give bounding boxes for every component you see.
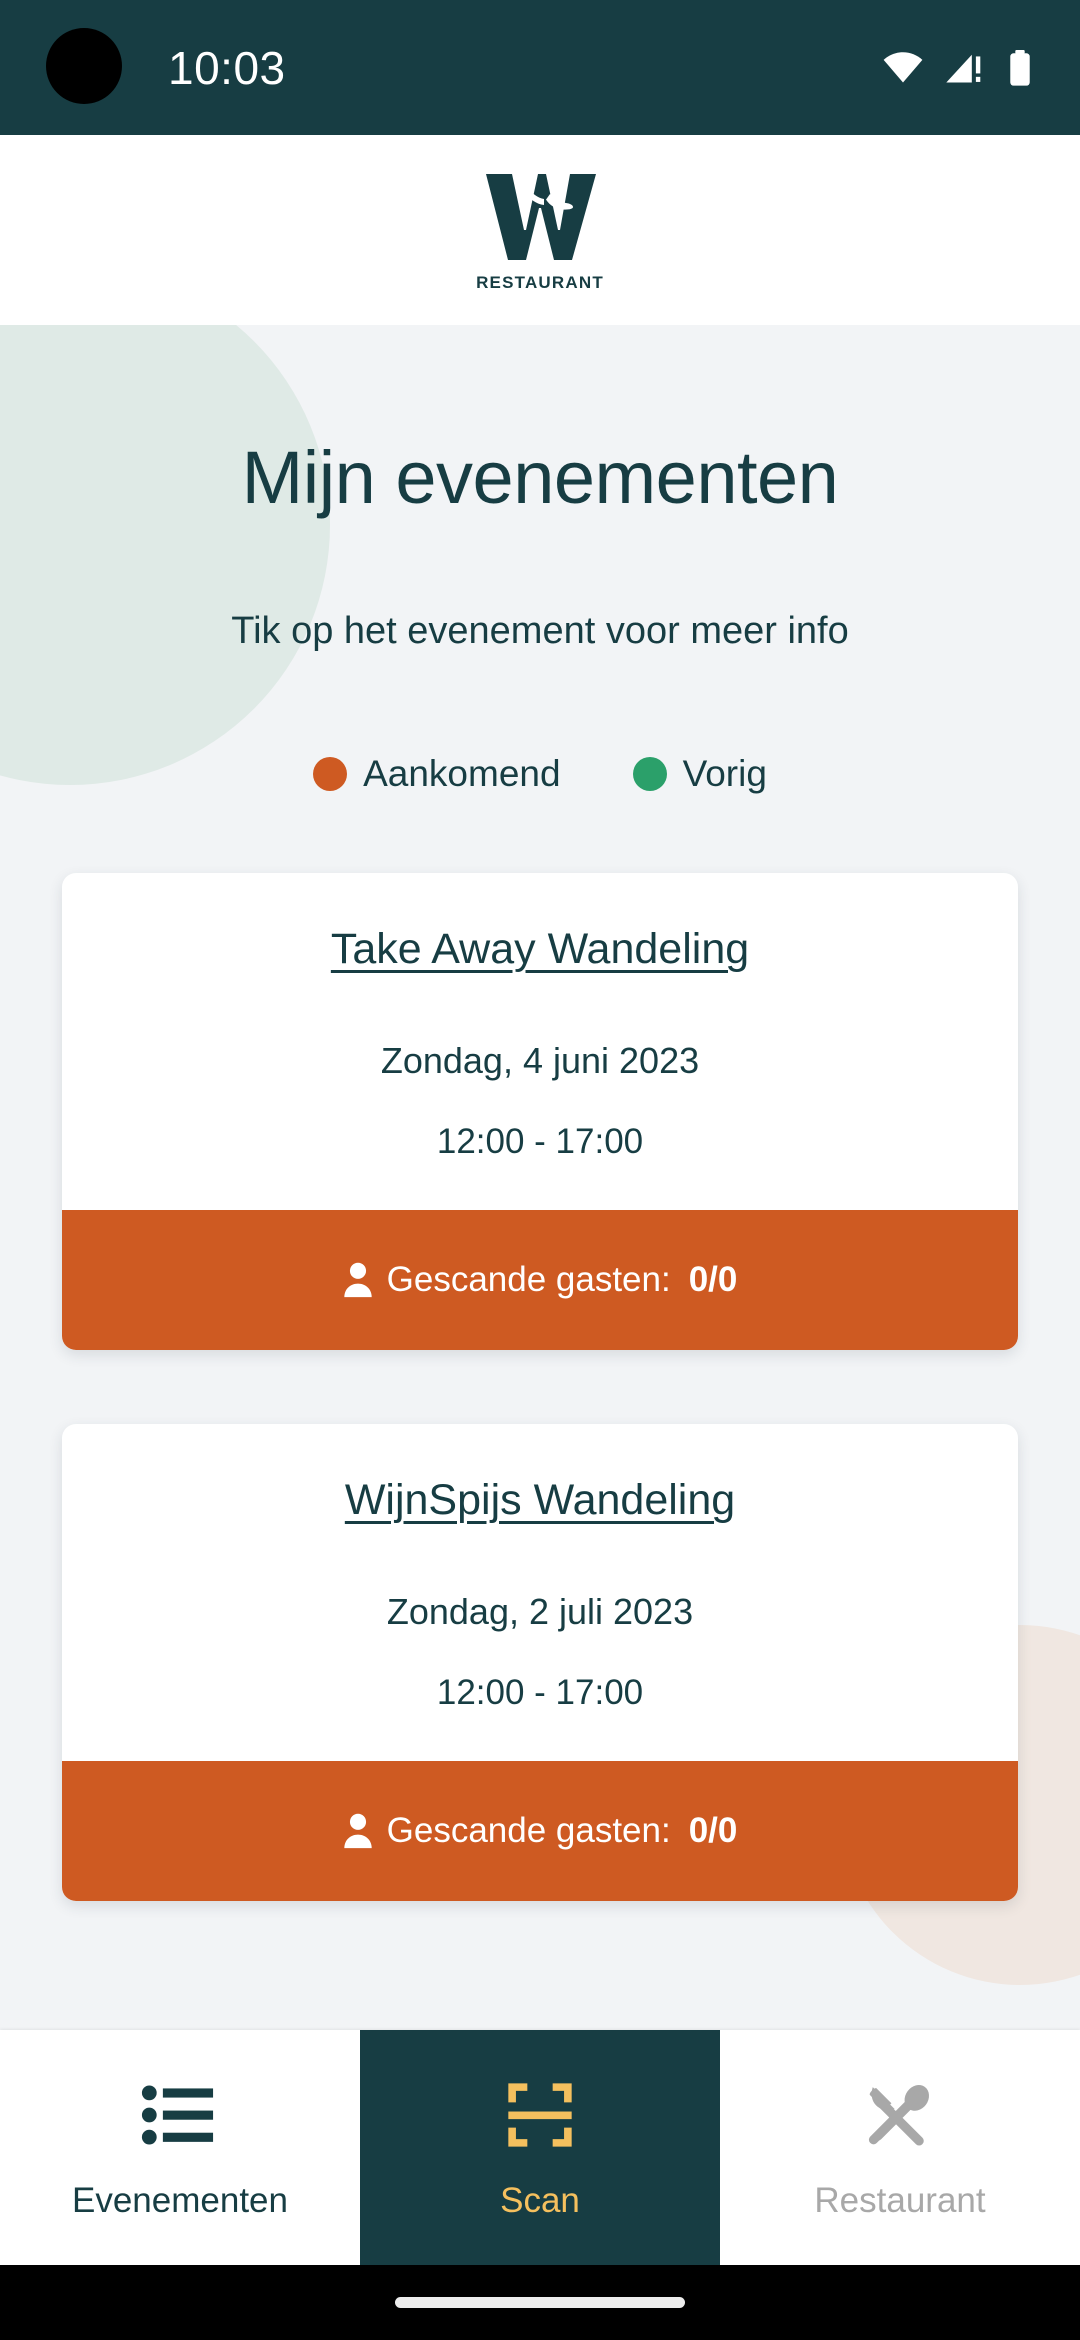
legend-item-upcoming: Aankomend xyxy=(313,753,561,795)
list-icon xyxy=(141,2075,219,2155)
status-legend: Aankomend Vorig xyxy=(0,753,1080,795)
person-icon xyxy=(343,1262,373,1298)
app-header: RESTAURANT xyxy=(0,135,1080,325)
person-icon xyxy=(343,1813,373,1849)
nav-label-scan: Scan xyxy=(500,2180,580,2220)
event-date: Zondag, 4 juni 2023 xyxy=(380,1040,700,1081)
event-card[interactable]: WijnSpijs Wandeling Zondag, 2 juli 2023 … xyxy=(62,1424,1018,1901)
event-title-link[interactable]: Take Away Wandeling xyxy=(331,925,749,974)
legend-dot-upcoming-icon xyxy=(313,757,348,791)
event-scanned-guests-bar: Gescande gasten: 0/0 xyxy=(62,1210,1018,1350)
bottom-navigation: Evenementen Scan Restaurant xyxy=(0,2030,1080,2265)
scanned-guests-label: Gescande gasten: xyxy=(386,1811,671,1850)
scanned-guests-count: 0/0 xyxy=(688,1811,738,1850)
event-time: 12:00 - 17:00 xyxy=(436,1122,644,1161)
logo-subtitle: RESTAURANT xyxy=(476,272,604,292)
nav-item-scan[interactable]: Scan xyxy=(360,2030,720,2265)
brand-logo: RESTAURANT xyxy=(476,168,604,293)
event-card[interactable]: Take Away Wandeling Zondag, 4 juni 2023 … xyxy=(62,873,1018,1350)
cellular-signal-warning-icon xyxy=(944,51,986,85)
event-time: 12:00 - 17:00 xyxy=(436,1673,644,1712)
legend-dot-previous-icon xyxy=(632,757,667,791)
page-title: Mijn evenementen xyxy=(241,436,839,519)
qr-scan-icon xyxy=(502,2075,578,2155)
app-screen: 10:03 RESTAURANT Mijn evenementen Tik op… xyxy=(0,0,1080,2340)
status-bar-icons xyxy=(882,49,1034,86)
scanned-guests-count: 0/0 xyxy=(688,1260,738,1299)
legend-label-upcoming: Aankomend xyxy=(363,753,561,794)
gesture-handle[interactable] xyxy=(395,2297,685,2308)
event-list: Take Away Wandeling Zondag, 4 juni 2023 … xyxy=(0,873,1080,1901)
battery-icon xyxy=(1006,49,1034,86)
event-card-body: Take Away Wandeling Zondag, 4 juni 2023 … xyxy=(62,873,1018,1210)
event-title-link[interactable]: WijnSpijs Wandeling xyxy=(345,1476,735,1525)
nav-item-restaurant[interactable]: Restaurant xyxy=(720,2030,1080,2265)
w-restaurant-logo-icon xyxy=(480,168,600,271)
legend-item-previous: Vorig xyxy=(632,753,767,795)
status-bar: 10:03 xyxy=(0,0,1080,135)
fork-spoon-icon xyxy=(862,2075,938,2155)
scanned-guests-label: Gescande gasten: xyxy=(386,1260,671,1299)
nav-label-restaurant: Restaurant xyxy=(814,2180,986,2220)
event-date: Zondag, 2 juli 2023 xyxy=(386,1591,694,1632)
nav-label-evenementen: Evenementen xyxy=(72,2180,288,2220)
wifi-icon xyxy=(882,51,924,85)
page-subtitle: Tik op het evenement voor meer info xyxy=(231,610,849,652)
event-scanned-guests-bar: Gescande gasten: 0/0 xyxy=(62,1761,1018,1901)
legend-label-previous: Vorig xyxy=(682,753,767,794)
camera-punch-hole xyxy=(46,28,122,104)
status-bar-time: 10:03 xyxy=(168,41,286,94)
nav-item-evenementen[interactable]: Evenementen xyxy=(0,2030,360,2265)
event-card-body: WijnSpijs Wandeling Zondag, 2 juli 2023 … xyxy=(62,1424,1018,1761)
main-content: Mijn evenementen Tik op het evenement vo… xyxy=(0,325,1080,2030)
system-gesture-bar xyxy=(0,2265,1080,2340)
